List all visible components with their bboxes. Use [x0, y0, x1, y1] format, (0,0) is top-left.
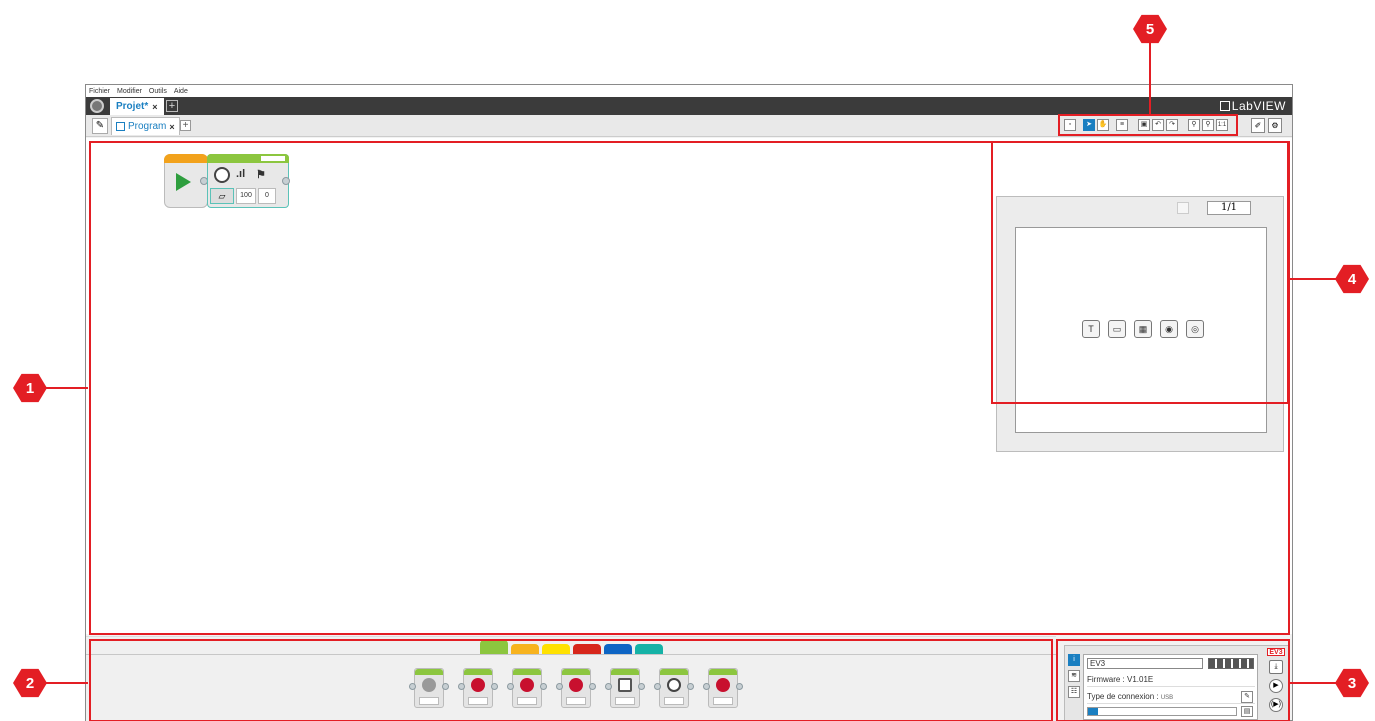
callout-5-line [1149, 43, 1151, 115]
annotation-box-palette [89, 639, 1053, 721]
callout-1-badge: 1 [13, 373, 47, 403]
menu-outils[interactable]: Outils [149, 88, 167, 95]
menu-fichier[interactable]: Fichier [89, 88, 110, 95]
project-properties-wrench-icon[interactable]: ✎ [92, 118, 108, 134]
annotation-box-content-editor [991, 141, 1289, 404]
project-tab-label: Projet* [116, 101, 149, 112]
callout-2-badge: 2 [13, 668, 47, 698]
add-project-button[interactable]: + [166, 100, 178, 112]
program-doc-icon [116, 122, 125, 131]
labview-logo-icon [1219, 101, 1230, 111]
menu-bar: Fichier Modifier Outils Aide [86, 85, 1292, 97]
callout-2-line [46, 682, 88, 684]
callout-3-line [1290, 682, 1336, 684]
callout-4-line [1290, 278, 1336, 280]
variables-icon[interactable]: ⚙ [1268, 118, 1282, 133]
program-tab[interactable]: Program × [111, 117, 180, 135]
labview-label: LabVIEW [1231, 99, 1286, 113]
add-program-button[interactable]: + [180, 120, 191, 131]
labview-logo: LabVIEW [1219, 99, 1286, 113]
project-tab[interactable]: Projet* × [110, 98, 164, 115]
project-tab-bar: Projet* × + LabVIEW [86, 97, 1292, 115]
annotation-box-hardware [1056, 639, 1290, 721]
lobby-gear-icon[interactable] [90, 99, 104, 113]
callout-4-badge: 4 [1335, 264, 1369, 294]
content-editor-icon[interactable]: ✐ [1251, 118, 1265, 133]
callout-1-line [46, 387, 88, 389]
close-project-icon[interactable]: × [152, 102, 157, 112]
annotation-box-toolbar [1058, 114, 1238, 136]
menu-modifier[interactable]: Modifier [117, 88, 142, 95]
ev3-app-window: Fichier Modifier Outils Aide Projet* × +… [85, 84, 1293, 721]
callout-5-badge: 5 [1133, 14, 1167, 44]
menu-aide[interactable]: Aide [174, 88, 188, 95]
screenshot-stage: Fichier Modifier Outils Aide Projet* × +… [0, 0, 1375, 721]
callout-3-badge: 3 [1335, 668, 1369, 698]
close-program-icon[interactable]: × [169, 122, 174, 132]
program-tab-label: Program [128, 121, 167, 132]
